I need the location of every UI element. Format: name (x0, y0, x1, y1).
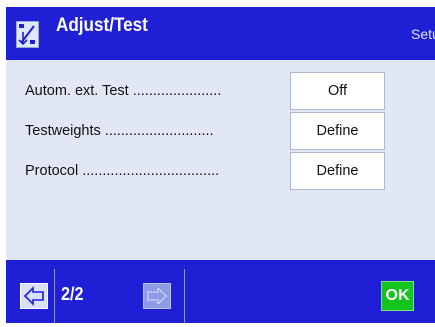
forward-button[interactable] (143, 283, 171, 309)
row-testweights: Testweights ........................... … (6, 112, 435, 152)
footer-divider (54, 269, 55, 323)
terminal-screen: Adjust/Test Setup Autom. ext. Test .....… (6, 7, 435, 323)
arrow-left-icon (21, 286, 47, 312)
row-protocol: Protocol ...............................… (6, 152, 435, 192)
row-label: Protocol ...............................… (25, 163, 220, 179)
settings-panel: Autom. ext. Test ...................... … (6, 60, 435, 260)
ok-button[interactable]: OK (381, 281, 414, 311)
footer-bar: 2/2 OK (6, 269, 435, 323)
back-button[interactable] (20, 283, 48, 309)
arrow-right-icon (144, 286, 170, 312)
setup-label: Setup (411, 26, 435, 42)
row-label: Testweights ........................... (25, 123, 214, 139)
row-autom-ext-test: Autom. ext. Test ...................... … (6, 72, 435, 112)
testweights-define-button[interactable]: Define (290, 112, 385, 150)
page-title: Adjust/Test (56, 15, 148, 36)
protocol-define-button[interactable]: Define (290, 152, 385, 190)
footer-divider (184, 269, 185, 323)
page-indicator: 2/2 (61, 284, 84, 304)
row-label: Autom. ext. Test ...................... (25, 83, 222, 99)
header-bar: Adjust/Test Setup (6, 7, 435, 57)
adjust-test-icon (16, 21, 39, 48)
autom-ext-test-button[interactable]: Off (290, 72, 385, 110)
